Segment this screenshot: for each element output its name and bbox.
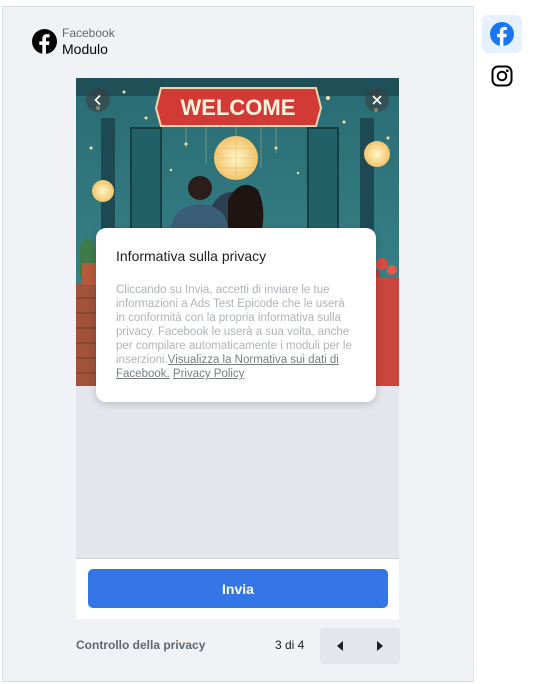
- close-preview-button[interactable]: [365, 88, 389, 112]
- privacy-card: Informativa sulla privacy Cliccando su I…: [96, 228, 376, 402]
- carousel-prev-button[interactable]: [86, 88, 110, 112]
- privacy-card-body: Cliccando su Invia, accetti di inviare l…: [116, 283, 356, 381]
- close-icon: [372, 95, 382, 105]
- privacy-policy-link[interactable]: Privacy Policy: [173, 368, 245, 380]
- caret-left-icon: [337, 641, 343, 651]
- prev-page-button[interactable]: [320, 628, 360, 664]
- preview-header: Facebook Modulo: [32, 26, 115, 57]
- platform-switcher: [473, 6, 528, 682]
- platform-label: Facebook: [62, 26, 115, 40]
- caret-right-icon: [377, 641, 383, 651]
- facebook-logo-icon: [32, 29, 57, 55]
- next-page-button[interactable]: [360, 628, 400, 664]
- instagram-icon: [491, 65, 513, 87]
- section-label: Controllo della privacy: [76, 638, 206, 652]
- facebook-platform-button[interactable]: [482, 15, 522, 53]
- chevron-left-icon: [94, 94, 101, 106]
- cta-bar: Invia: [76, 558, 399, 619]
- welcome-sign-text: WELCOME: [181, 95, 296, 120]
- send-button[interactable]: Invia: [88, 569, 388, 608]
- ad-preview: WELCOME Informativa sulla privacy Clicca…: [76, 78, 399, 619]
- format-label: Modulo: [62, 40, 108, 57]
- page-indicator: 3 di 4: [275, 638, 305, 652]
- instagram-platform-button[interactable]: [482, 57, 522, 95]
- privacy-card-title: Informativa sulla privacy: [116, 248, 267, 264]
- facebook-icon: [490, 22, 514, 46]
